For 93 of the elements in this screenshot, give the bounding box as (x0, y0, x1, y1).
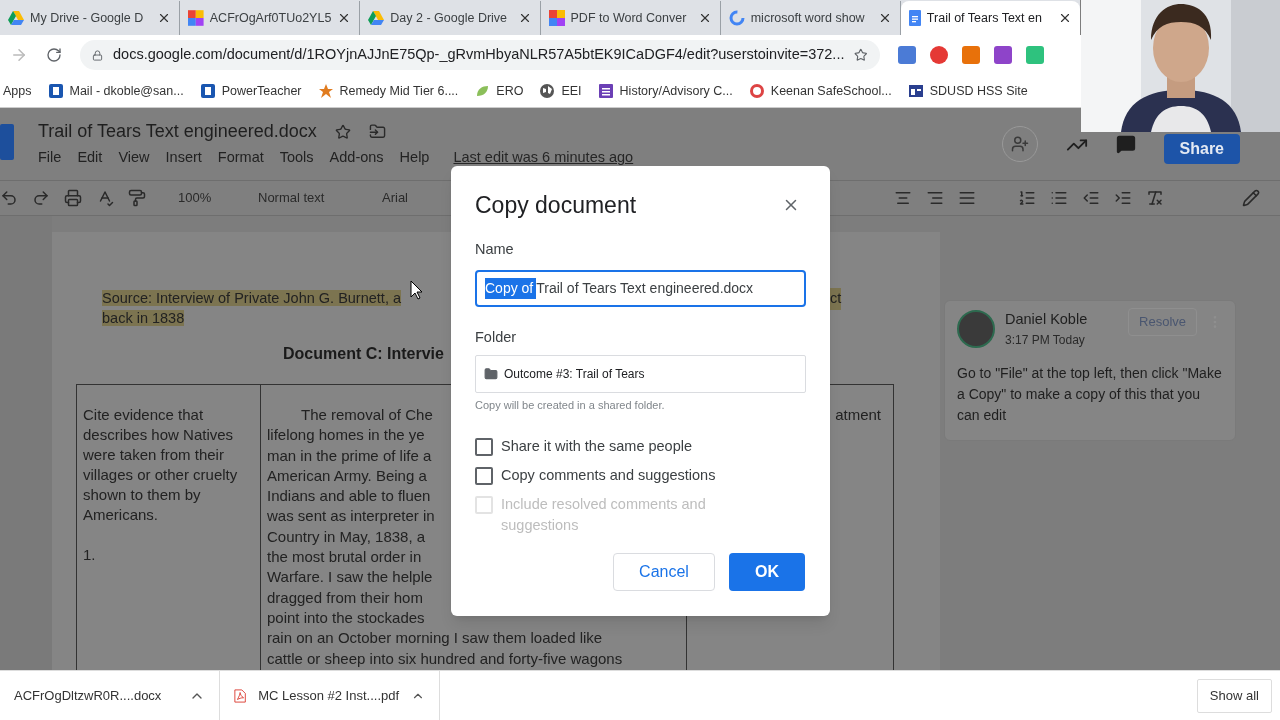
tab-title: ACFrOgArf0TUo2YL5 (209, 9, 332, 27)
tab-title: Trail of Tears Text en (926, 9, 1043, 27)
drive-icon (8, 11, 24, 25)
last-edit-text[interactable]: Last edit was 6 minutes ago (453, 147, 634, 169)
list-number: 1. (83, 545, 97, 565)
menu-item[interactable]: View (118, 147, 150, 169)
comment-text: Go to "File" at the top left, then click "Make a Copy" to make a copy of this that you can edit (957, 363, 1223, 425)
star-icon (317, 83, 334, 99)
menu-item[interactable]: Help (399, 147, 430, 169)
cancel-button[interactable]: Cancel (613, 553, 715, 591)
style-dropdown[interactable]: Normal text (258, 188, 368, 208)
comments-icon[interactable] (1115, 134, 1136, 154)
document-heading: Document C: Intervie (282, 344, 445, 364)
name-field[interactable]: Copy of Trail of Tears Text engineered.docx (475, 270, 806, 308)
checkbox-label: Include resolved comments and suggestions (501, 494, 707, 535)
print-icon[interactable] (64, 189, 82, 207)
menu-item[interactable]: Edit (77, 147, 103, 169)
menu-item[interactable]: Tools (279, 147, 314, 169)
show-all-button[interactable]: Show all (1196, 678, 1272, 713)
undo-icon[interactable] (0, 189, 18, 207)
field-label: Name (475, 239, 515, 259)
align-center-icon[interactable] (894, 189, 912, 207)
avatar (957, 309, 995, 348)
download-item[interactable]: ACFrOgDltzwR0R....docx (0, 670, 220, 720)
drive-icon (368, 11, 385, 25)
app-icon (47, 83, 64, 99)
bookmark-item[interactable]: SDUSD HSS Site (907, 81, 1028, 101)
bookmark-item[interactable]: Keenan SafeSchool... (748, 81, 892, 101)
share-button[interactable]: Share (1163, 134, 1240, 164)
comment-time: 3:17 PM Today (1005, 331, 1086, 349)
pdf-icon (234, 687, 247, 704)
app-icon (199, 83, 216, 99)
checkbox-label: Copy comments and suggestions (501, 465, 717, 485)
tab-title: Day 2 - Google Drive (390, 9, 509, 27)
folder-icon (484, 367, 498, 381)
bookmark-item[interactable]: Remedy Mid Tier 6.... (317, 81, 459, 101)
bookmark-item[interactable]: History/Advisory C... (597, 81, 733, 101)
menu-item[interactable]: Add-ons (329, 147, 384, 169)
star-icon[interactable] (334, 123, 351, 140)
tab-title: microsoft word show (750, 9, 866, 27)
cell-text: atment (835, 406, 881, 423)
source-text-fragment: ct (830, 288, 842, 310)
browser-tab[interactable]: Trail of Tears Text en (900, 1, 1081, 35)
folder-field[interactable]: Outcome #3: Trail of Tears (475, 355, 806, 393)
url-text: docs.google.com/document/d/1ROYjnAJJnE75Qp-_gRvmHbyaNLR57A5btEK9ICaDGF4/edit?userstoinvite=372... (113, 45, 845, 65)
menu-item[interactable]: Format (217, 147, 264, 169)
comment-author: Daniel Koble (1005, 310, 1089, 329)
address-field[interactable]: docs.google.com/document/d/1ROYjnAJJnE75Qp-_gRvmHbyaNLR57A5btEK9ICaDGF4/edit?userstoinvite=372... (80, 40, 880, 70)
dialog-title: Copy document (475, 191, 637, 220)
menu-item[interactable]: Insert (165, 147, 202, 169)
bookmark-item[interactable]: ERO (474, 81, 524, 101)
menu-item[interactable]: File (38, 147, 62, 169)
tab-title: My Drive - Google D (30, 9, 145, 27)
list-icon (597, 83, 614, 99)
document-title[interactable]: Trail of Tears Text engineered.docx (38, 118, 317, 145)
leaf-icon (474, 83, 491, 99)
redo-icon[interactable] (32, 189, 50, 207)
tiles-icon (188, 10, 204, 26)
bookmark-item[interactable]: Mail - dkoble@san... (47, 81, 184, 101)
tiles-icon (548, 10, 565, 26)
extension-icon[interactable] (930, 46, 948, 64)
align-right-icon[interactable] (926, 189, 944, 207)
move-folder-icon[interactable] (368, 123, 386, 140)
download-item[interactable]: MC Lesson #2 Inst....pdf (220, 670, 440, 720)
mouse-pointer-icon (410, 280, 424, 300)
window-icon (907, 83, 924, 99)
passage-text: rain on an October morning I saw them loaded like cattle or sheep into six hundred and forty-five wagons (267, 628, 623, 669)
justify-icon[interactable] (958, 189, 976, 207)
indent-icon[interactable] (1114, 189, 1132, 207)
numbered-list-icon[interactable] (1018, 189, 1036, 207)
paint-format-icon[interactable] (128, 189, 146, 207)
extension-icon[interactable] (994, 46, 1012, 64)
field-label: Folder (475, 328, 518, 348)
checkbox[interactable] (475, 466, 493, 485)
prompt-text: Cite evidence that describes how Natives were taken from their villages or other cruelty shown to them by Americans. (83, 405, 239, 525)
edit-mode-icon[interactable] (1242, 189, 1260, 207)
document-icon (908, 10, 921, 26)
reload-icon[interactable] (46, 47, 62, 63)
clear-formatting-icon[interactable] (1146, 189, 1164, 207)
bookmark-item[interactable]: EEI (539, 81, 582, 101)
bookmark-star-icon[interactable] (854, 47, 868, 63)
checkbox-label: Share it with the same people (501, 436, 694, 456)
checkbox[interactable] (475, 437, 493, 456)
ok-button[interactable]: OK (729, 553, 805, 591)
zoom-dropdown[interactable]: 100% (178, 188, 238, 208)
lock-icon (92, 48, 103, 62)
outdent-icon[interactable] (1082, 189, 1100, 207)
tab-title: PDF to Word Conver (570, 9, 688, 27)
bookmark-item[interactable]: PowerTeacher (199, 81, 302, 101)
bulleted-list-icon[interactable] (1050, 189, 1068, 207)
bookmark-item[interactable]: Apps (3, 81, 32, 101)
lifebuoy-icon (748, 83, 765, 99)
folder-note: Copy will be created in a shared folder. (475, 398, 666, 413)
